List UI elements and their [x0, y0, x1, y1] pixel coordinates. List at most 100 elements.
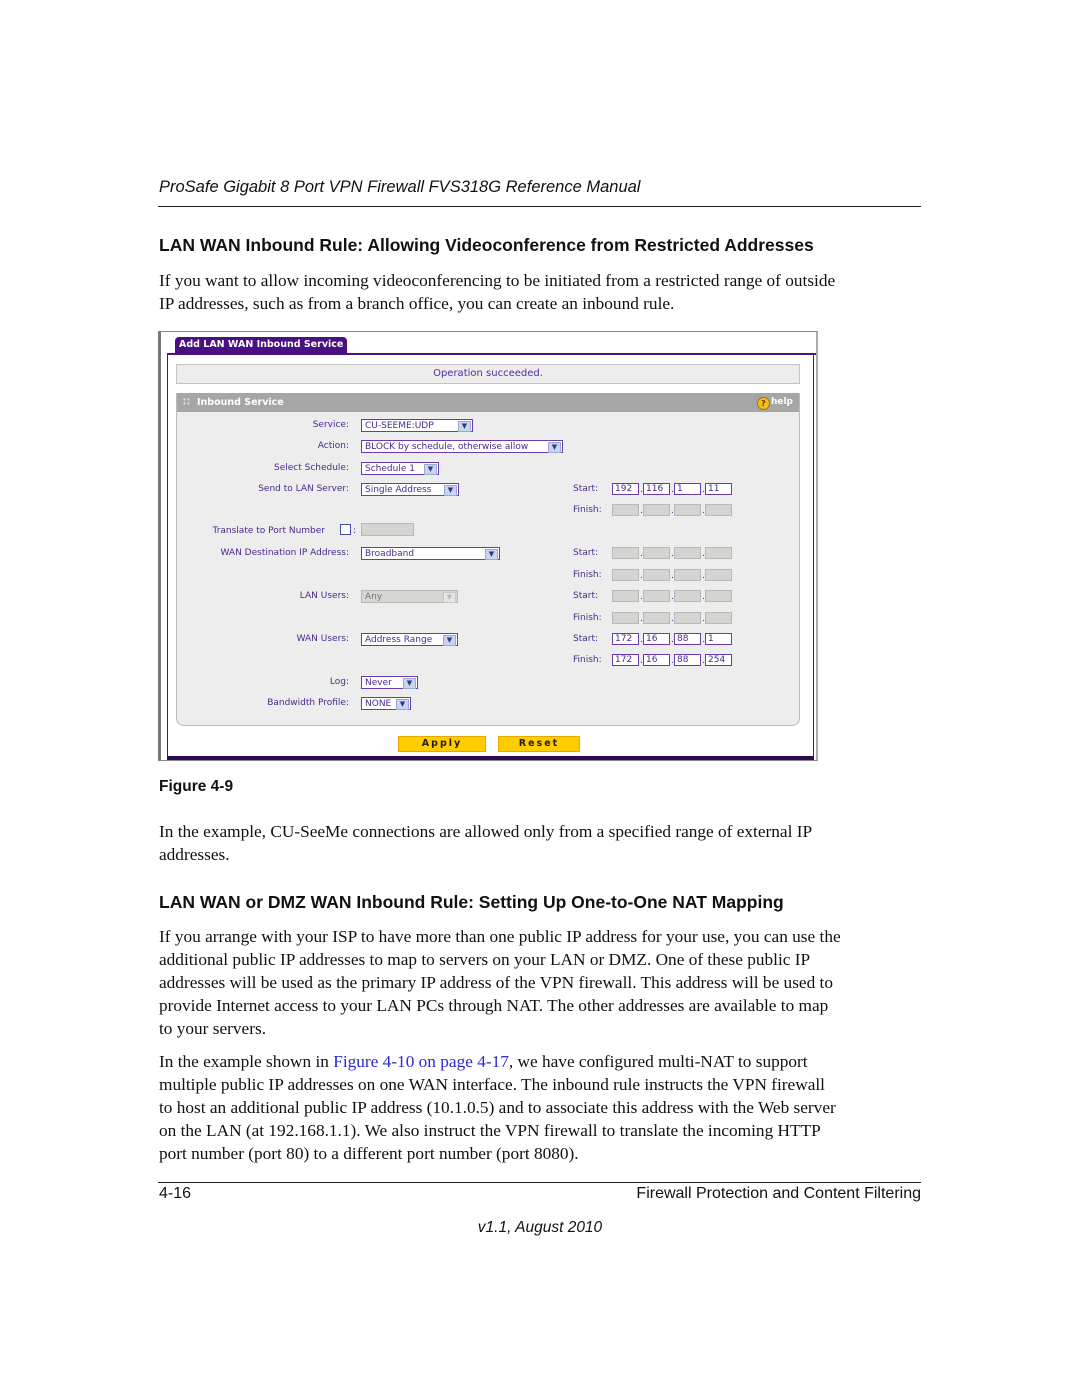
lan-server-start-octet-2[interactable]: 116 — [643, 483, 670, 495]
lan-users-start-octet-2[interactable] — [643, 590, 670, 602]
wan-dest-start-octet-1[interactable] — [612, 547, 639, 559]
grip-icon: ∷ — [183, 397, 190, 408]
lan-users-finish-octet-1[interactable] — [612, 612, 639, 624]
header-rule — [158, 206, 921, 207]
ip-finish-label: Finish: — [573, 570, 602, 580]
wan-users-finish-octet-3[interactable]: 88 — [674, 654, 701, 666]
lan-server-start-octet-1[interactable]: 192 — [612, 483, 639, 495]
wan-users-start-octet-1[interactable]: 172 — [612, 633, 639, 645]
lan-users-start-octet-1[interactable] — [612, 590, 639, 602]
chevron-down-icon: ▼ — [485, 549, 498, 560]
log-select[interactable]: Never ▼ — [361, 676, 418, 689]
intro-paragraph: If you want to allow incoming videoconfe… — [159, 269, 924, 315]
tab-add-lan-wan-inbound-service[interactable]: Add LAN WAN Inbound Service — [175, 337, 348, 354]
chevron-down-icon: ▼ — [424, 464, 437, 475]
wan-dest-select[interactable]: Broadband ▼ — [361, 547, 500, 560]
wan-users-finish-octet-1[interactable]: 172 — [612, 654, 639, 666]
wan-users-label: WAN Users: — [296, 634, 349, 644]
lan-server-value: Single Address — [365, 485, 432, 495]
lan-users-start-octet-4[interactable] — [705, 590, 732, 602]
reset-button[interactable]: Reset — [498, 736, 580, 752]
nat-paragraph-1: If you arrange with your ISP to have mor… — [159, 925, 924, 1040]
nat-paragraph-2: In the example shown in Figure 4-10 on p… — [159, 1050, 924, 1165]
wan-dest-finish-octet-1[interactable] — [612, 569, 639, 581]
lan-server-start-octet-4[interactable]: 11 — [705, 483, 732, 495]
wan-dest-finish-octet-4[interactable] — [705, 569, 732, 581]
footer-rule — [158, 1182, 921, 1183]
form-panel: Operation succeeded. ∷ Inbound Service ?… — [167, 354, 814, 760]
text-line: addresses will be used as the primary IP… — [159, 973, 833, 992]
chevron-down-icon: ▼ — [444, 485, 457, 496]
bandwidth-value: NONE — [365, 699, 392, 709]
wan-dest-finish-octet-3[interactable] — [674, 569, 701, 581]
text-line: to host an additional public IP address … — [159, 1098, 836, 1117]
section-header: ∷ Inbound Service ? help — [177, 393, 799, 412]
bandwidth-select[interactable]: NONE ▼ — [361, 697, 411, 710]
lan-users-finish-octet-3[interactable] — [674, 612, 701, 624]
lan-server-finish-octet-2[interactable] — [643, 504, 670, 516]
status-message: Operation succeeded. — [176, 364, 800, 384]
ip-finish-label: Finish: — [573, 655, 602, 665]
chevron-down-icon: ▼ — [443, 592, 456, 603]
wan-users-start-octet-4[interactable]: 1 — [705, 633, 732, 645]
chevron-down-icon: ▼ — [396, 699, 409, 710]
text-line: In the example shown in Figure 4-10 on p… — [159, 1050, 924, 1073]
action-select[interactable]: BLOCK by schedule, otherwise allow ▼ — [361, 440, 563, 453]
figure-caption: Figure 4-9 — [159, 778, 234, 795]
figure-4-10-link[interactable]: Figure 4-10 on page 4-17 — [333, 1052, 509, 1071]
section-heading: LAN WAN or DMZ WAN Inbound Rule: Setting… — [159, 892, 784, 912]
text-span: In the example shown in — [159, 1052, 334, 1071]
apply-button[interactable]: Apply — [398, 736, 486, 752]
help-icon: ? — [756, 397, 770, 410]
ip-finish-label: Finish: — [573, 505, 602, 515]
wan-dest-start-octet-4[interactable] — [705, 547, 732, 559]
ip-start-label: Start: — [573, 634, 599, 644]
service-select[interactable]: CU-SEEME:UDP ▼ — [361, 419, 473, 432]
text-line: multiple public IP addresses on one WAN … — [159, 1075, 825, 1094]
bandwidth-label: Bandwidth Profile: — [267, 698, 349, 708]
figure-screenshot: Add LAN WAN Inbound Service Operation su… — [158, 331, 818, 761]
lan-server-finish-octet-4[interactable] — [705, 504, 732, 516]
lan-server-finish-octet-1[interactable] — [612, 504, 639, 516]
action-label: Action: — [317, 441, 349, 451]
translate-port-input[interactable] — [361, 523, 414, 536]
example-paragraph: In the example, CU-SeeMe connections are… — [159, 820, 924, 866]
log-value: Never — [365, 678, 392, 688]
lan-users-select[interactable]: Any ▼ — [361, 590, 458, 603]
text-line: If you arrange with your ISP to have mor… — [159, 927, 841, 946]
page-header: ProSafe Gigabit 8 Port VPN Firewall FVS3… — [159, 178, 641, 196]
wan-users-start-octet-3[interactable]: 88 — [674, 633, 701, 645]
lan-server-select[interactable]: Single Address ▼ — [361, 483, 459, 496]
version-label: v1.1, August 2010 — [477, 1219, 603, 1236]
help-link[interactable]: ? help — [756, 393, 793, 412]
text-span: , we have configured multi-NAT to suppor… — [508, 1052, 808, 1071]
service-value: CU-SEEME:UDP — [365, 421, 434, 431]
colon: : — [353, 526, 357, 536]
text-line: If you want to allow incoming videoconfe… — [159, 271, 836, 290]
section-title: Inbound Service — [197, 397, 284, 408]
wan-users-select[interactable]: Address Range ▼ — [361, 633, 458, 646]
wan-users-finish-octet-2[interactable]: 16 — [643, 654, 670, 666]
text-line: additional public IP addresses to map to… — [159, 950, 811, 969]
lan-users-finish-octet-2[interactable] — [643, 612, 670, 624]
lan-server-start-octet-3[interactable]: 1 — [674, 483, 701, 495]
wan-dest-start-octet-2[interactable] — [643, 547, 670, 559]
wan-dest-finish-octet-2[interactable] — [643, 569, 670, 581]
lan-users-start-octet-3[interactable] — [674, 590, 701, 602]
schedule-label: Select Schedule: — [273, 463, 349, 473]
schedule-value: Schedule 1 — [365, 464, 415, 474]
wan-users-finish-octet-4[interactable]: 254 — [705, 654, 732, 666]
text-line: provide Internet access to your LAN PCs … — [159, 996, 829, 1015]
lan-users-finish-octet-4[interactable] — [705, 612, 732, 624]
lan-server-finish-octet-3[interactable] — [674, 504, 701, 516]
schedule-select[interactable]: Schedule 1 ▼ — [361, 462, 439, 475]
ip-start-label: Start: — [573, 591, 599, 601]
ip-start-label: Start: — [573, 484, 599, 494]
ip-finish-label: Finish: — [573, 613, 602, 623]
section-heading: LAN WAN Inbound Rule: Allowing Videoconf… — [159, 235, 814, 255]
wan-users-start-octet-2[interactable]: 16 — [643, 633, 670, 645]
chevron-down-icon: ▼ — [403, 678, 416, 689]
text-line: In the example, CU-SeeMe connections are… — [159, 822, 813, 841]
wan-dest-start-octet-3[interactable] — [674, 547, 701, 559]
translate-port-checkbox[interactable] — [340, 524, 351, 535]
